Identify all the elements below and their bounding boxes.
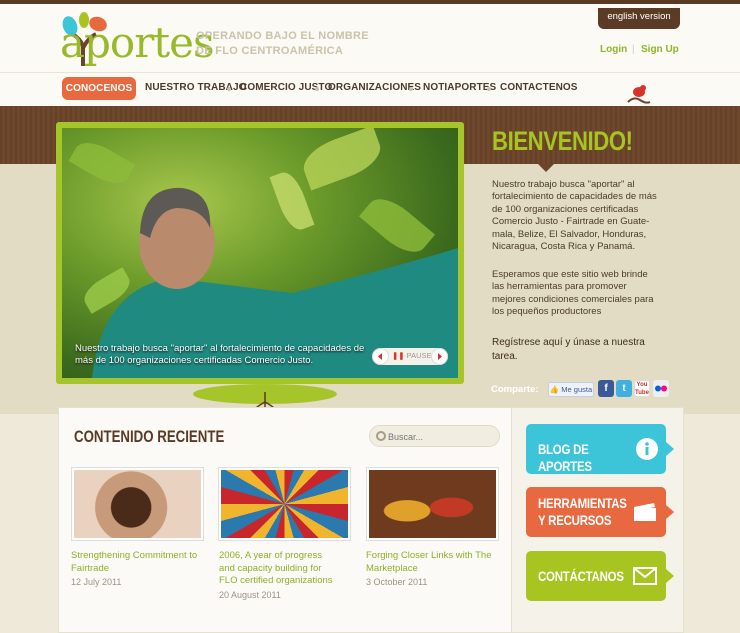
hero-person-illustration <box>92 187 458 378</box>
like-label: Me gusta <box>561 385 593 394</box>
nav-conocenos[interactable]: CONOCENOS <box>62 77 136 100</box>
logo[interactable]: aportes <box>58 8 215 70</box>
contact-label: CONTÁCTANOS <box>538 568 624 584</box>
thumb-oxcart[interactable] <box>218 467 351 541</box>
site-header: aportes OPERANDO BAJO EL NOMBRE DE FLO C… <box>0 0 740 72</box>
blog-label: BLOG DE APORTES <box>538 441 592 474</box>
facebook-icon[interactable]: f <box>598 380 614 397</box>
article-3-date: 3 October 2011 <box>366 577 428 587</box>
nav-contactenos[interactable]: CONTACTENOS <box>500 82 578 93</box>
login-separator: | <box>632 44 635 55</box>
flickr-icon[interactable] <box>653 380 669 397</box>
login-link[interactable]: Login <box>600 44 627 55</box>
tagline: OPERANDO BAJO EL NOMBRE DE FLO CENTROAMÉ… <box>196 29 369 59</box>
clapperboard-icon <box>634 503 656 521</box>
chevron-left-icon <box>378 353 382 360</box>
tools-label: HERRAMIENTAS Y RECURSOS <box>538 495 627 529</box>
nav-organizaciones[interactable]: ORGANIZACIONES <box>328 82 421 93</box>
blog-button[interactable]: BLOG DE APORTES <box>526 424 674 474</box>
article-2-date: 20 August 2011 <box>219 590 281 600</box>
blog-button-arrow <box>666 442 674 456</box>
thumbs-up-icon: 👍 <box>549 385 560 394</box>
contact-button-arrow <box>666 569 674 583</box>
register-link[interactable]: Regístrese aquí y únase a nuestra tarea. <box>492 336 660 363</box>
tools-button-arrow <box>666 505 674 519</box>
envelope-icon <box>633 567 657 585</box>
nav-nuestro-trabajo[interactable]: NUESTRO TRABAJO <box>145 82 247 93</box>
signup-link[interactable]: Sign Up <box>641 44 679 55</box>
nav-separator <box>487 87 491 91</box>
flickr-dots-icon <box>655 385 667 392</box>
article-1-title[interactable]: Strengthening Commitment to Fairtrade <box>71 550 206 575</box>
nav-separator <box>315 87 319 91</box>
pause-label: PAUSE <box>406 351 432 360</box>
tools-label-line2: Y RECURSOS <box>538 512 612 528</box>
hero-caption: Nuestro trabajo busca "aportar" al forta… <box>75 343 365 366</box>
thumb-cacao[interactable] <box>366 467 499 541</box>
oxcart-wheel-image <box>221 470 348 538</box>
tagline-line1: OPERANDO BAJO EL NOMBRE <box>196 30 369 42</box>
search-icon <box>376 431 386 441</box>
article-2-title[interactable]: 2006, A year of progress and capacity bu… <box>219 550 337 588</box>
nav-separator <box>227 87 231 91</box>
slider-pause-button[interactable]: ❚❚ PAUSE <box>392 351 432 360</box>
nav-separator <box>409 87 413 91</box>
twitter-icon[interactable]: t <box>616 380 632 397</box>
logo-wordmark: aportes <box>60 18 215 67</box>
welcome-title: BIENVENIDO! <box>492 126 633 156</box>
hero-image <box>62 128 458 378</box>
cacao-pods-image <box>369 470 496 538</box>
contact-button[interactable]: CONTÁCTANOS <box>526 551 674 601</box>
tools-button[interactable]: HERRAMIENTAS Y RECURSOS <box>526 487 674 537</box>
nav-notiaportes[interactable]: NOTIAPORTES <box>423 82 496 93</box>
slider-controls: ❚❚ PAUSE <box>372 348 448 365</box>
search-input[interactable] <box>388 430 493 444</box>
youtube-icon[interactable]: You Tube <box>634 380 650 397</box>
like-button[interactable]: 👍 Me gusta <box>548 382 594 397</box>
tools-label-line1: HERRAMIENTAS <box>538 495 627 511</box>
article-3-title[interactable]: Forging Closer Links with The Marketplac… <box>366 550 496 575</box>
slider-prev-button[interactable] <box>372 348 389 365</box>
welcome-pointer <box>538 164 554 172</box>
pause-icon: ❚❚ <box>392 351 405 360</box>
welcome-paragraph-1: Nuestro trabajo busca "aportar" al forta… <box>492 179 657 253</box>
tagline-line2: DE FLO CENTROAMÉRICA <box>196 45 344 57</box>
coffee-beans-image <box>74 470 201 538</box>
search-box <box>369 425 500 447</box>
recent-content-title: CONTENIDO RECIENTE <box>74 427 225 446</box>
chevron-right-icon <box>438 353 442 360</box>
article-1-date: 12 July 2011 <box>71 577 122 587</box>
share-label: Comparte: <box>491 384 539 395</box>
bird-icon <box>627 85 651 104</box>
info-icon <box>636 438 658 460</box>
slider-next-button[interactable] <box>431 348 448 365</box>
thumb-coffee[interactable] <box>71 467 204 541</box>
welcome-paragraph-2: Esperamos que este sitio web brinde las … <box>492 269 654 318</box>
english-version-link[interactable]: english version <box>598 8 680 29</box>
